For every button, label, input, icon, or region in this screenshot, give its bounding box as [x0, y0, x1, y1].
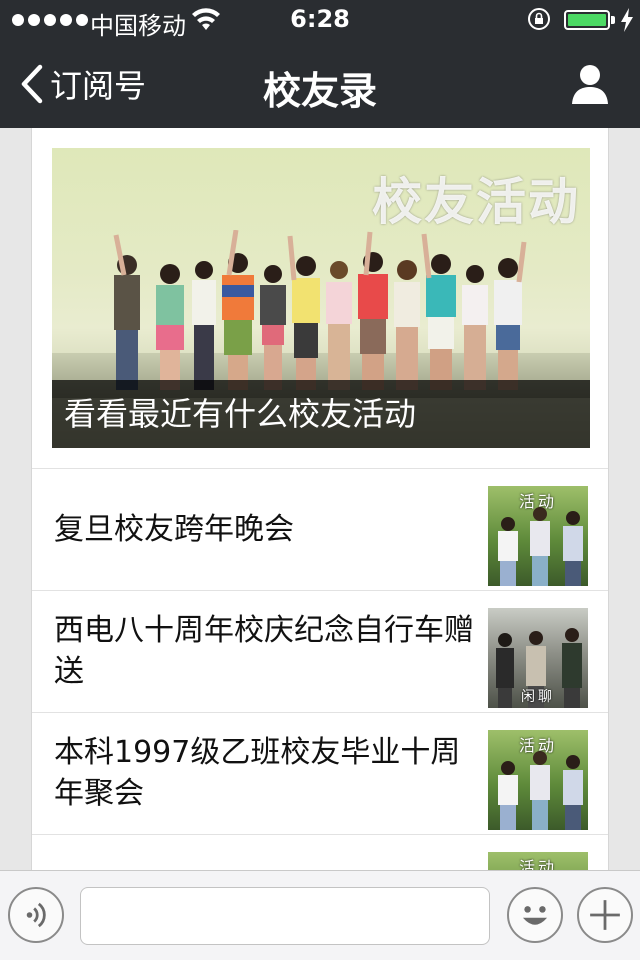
- list-item[interactable]: 本科1997级乙班校友毕业十周年聚会 活动: [32, 712, 608, 834]
- group-photo-figures: [113, 230, 527, 390]
- battery-icon: [564, 10, 610, 30]
- cover-caption: 看看最近有什么校友活动: [52, 380, 590, 448]
- top-bar: 中国移动 6:28 订阅号 校友录: [0, 0, 640, 128]
- article-title: 复旦校友跨年晚会: [54, 511, 294, 547]
- status-bar: 中国移动 6:28: [0, 0, 640, 40]
- battery-tip: [611, 16, 615, 24]
- cover-article[interactable]: 校友活动 看看最近有什么校友活动: [52, 148, 590, 448]
- person-icon[interactable]: [570, 62, 610, 106]
- article-thumbnail: 闲聊: [488, 608, 588, 708]
- voice-icon: [26, 902, 46, 928]
- article-thumbnail: 活动: [488, 730, 588, 830]
- plus-button[interactable]: [577, 887, 633, 943]
- list-item[interactable]: 复旦校友跨年晚会 活动: [32, 468, 608, 590]
- cover-tag: 校友活动: [372, 173, 580, 231]
- article-title: 西电八十周年校庆纪念自行车赠送: [54, 613, 474, 689]
- message-input[interactable]: [80, 887, 490, 945]
- article-title: 本科1997级乙班校友毕业十周年聚会: [54, 735, 461, 811]
- rotation-lock-icon: [528, 8, 550, 30]
- page-title: 校友录: [262, 69, 377, 113]
- article-thumbnail: 活动: [488, 486, 588, 586]
- navigation-bar: 订阅号 校友录: [0, 40, 640, 128]
- list-item[interactable]: 西电八十周年校庆纪念自行车赠送 闲聊: [32, 590, 608, 712]
- thumbnail-label: 闲聊: [521, 689, 555, 705]
- emoji-icon: [522, 906, 548, 925]
- thumbnail-label: 活动: [518, 736, 557, 755]
- message-input-bar: [0, 870, 640, 960]
- voice-button[interactable]: [8, 887, 64, 943]
- article-card: 校友活动 看看最近有什么校友活动 复旦校友跨年晚会 活动 西电八十周年校庆纪念自…: [31, 128, 609, 888]
- emoji-button[interactable]: [507, 887, 563, 943]
- charging-icon: [621, 8, 633, 32]
- plus-icon: [590, 900, 620, 930]
- thumbnail-label: 活动: [518, 492, 557, 511]
